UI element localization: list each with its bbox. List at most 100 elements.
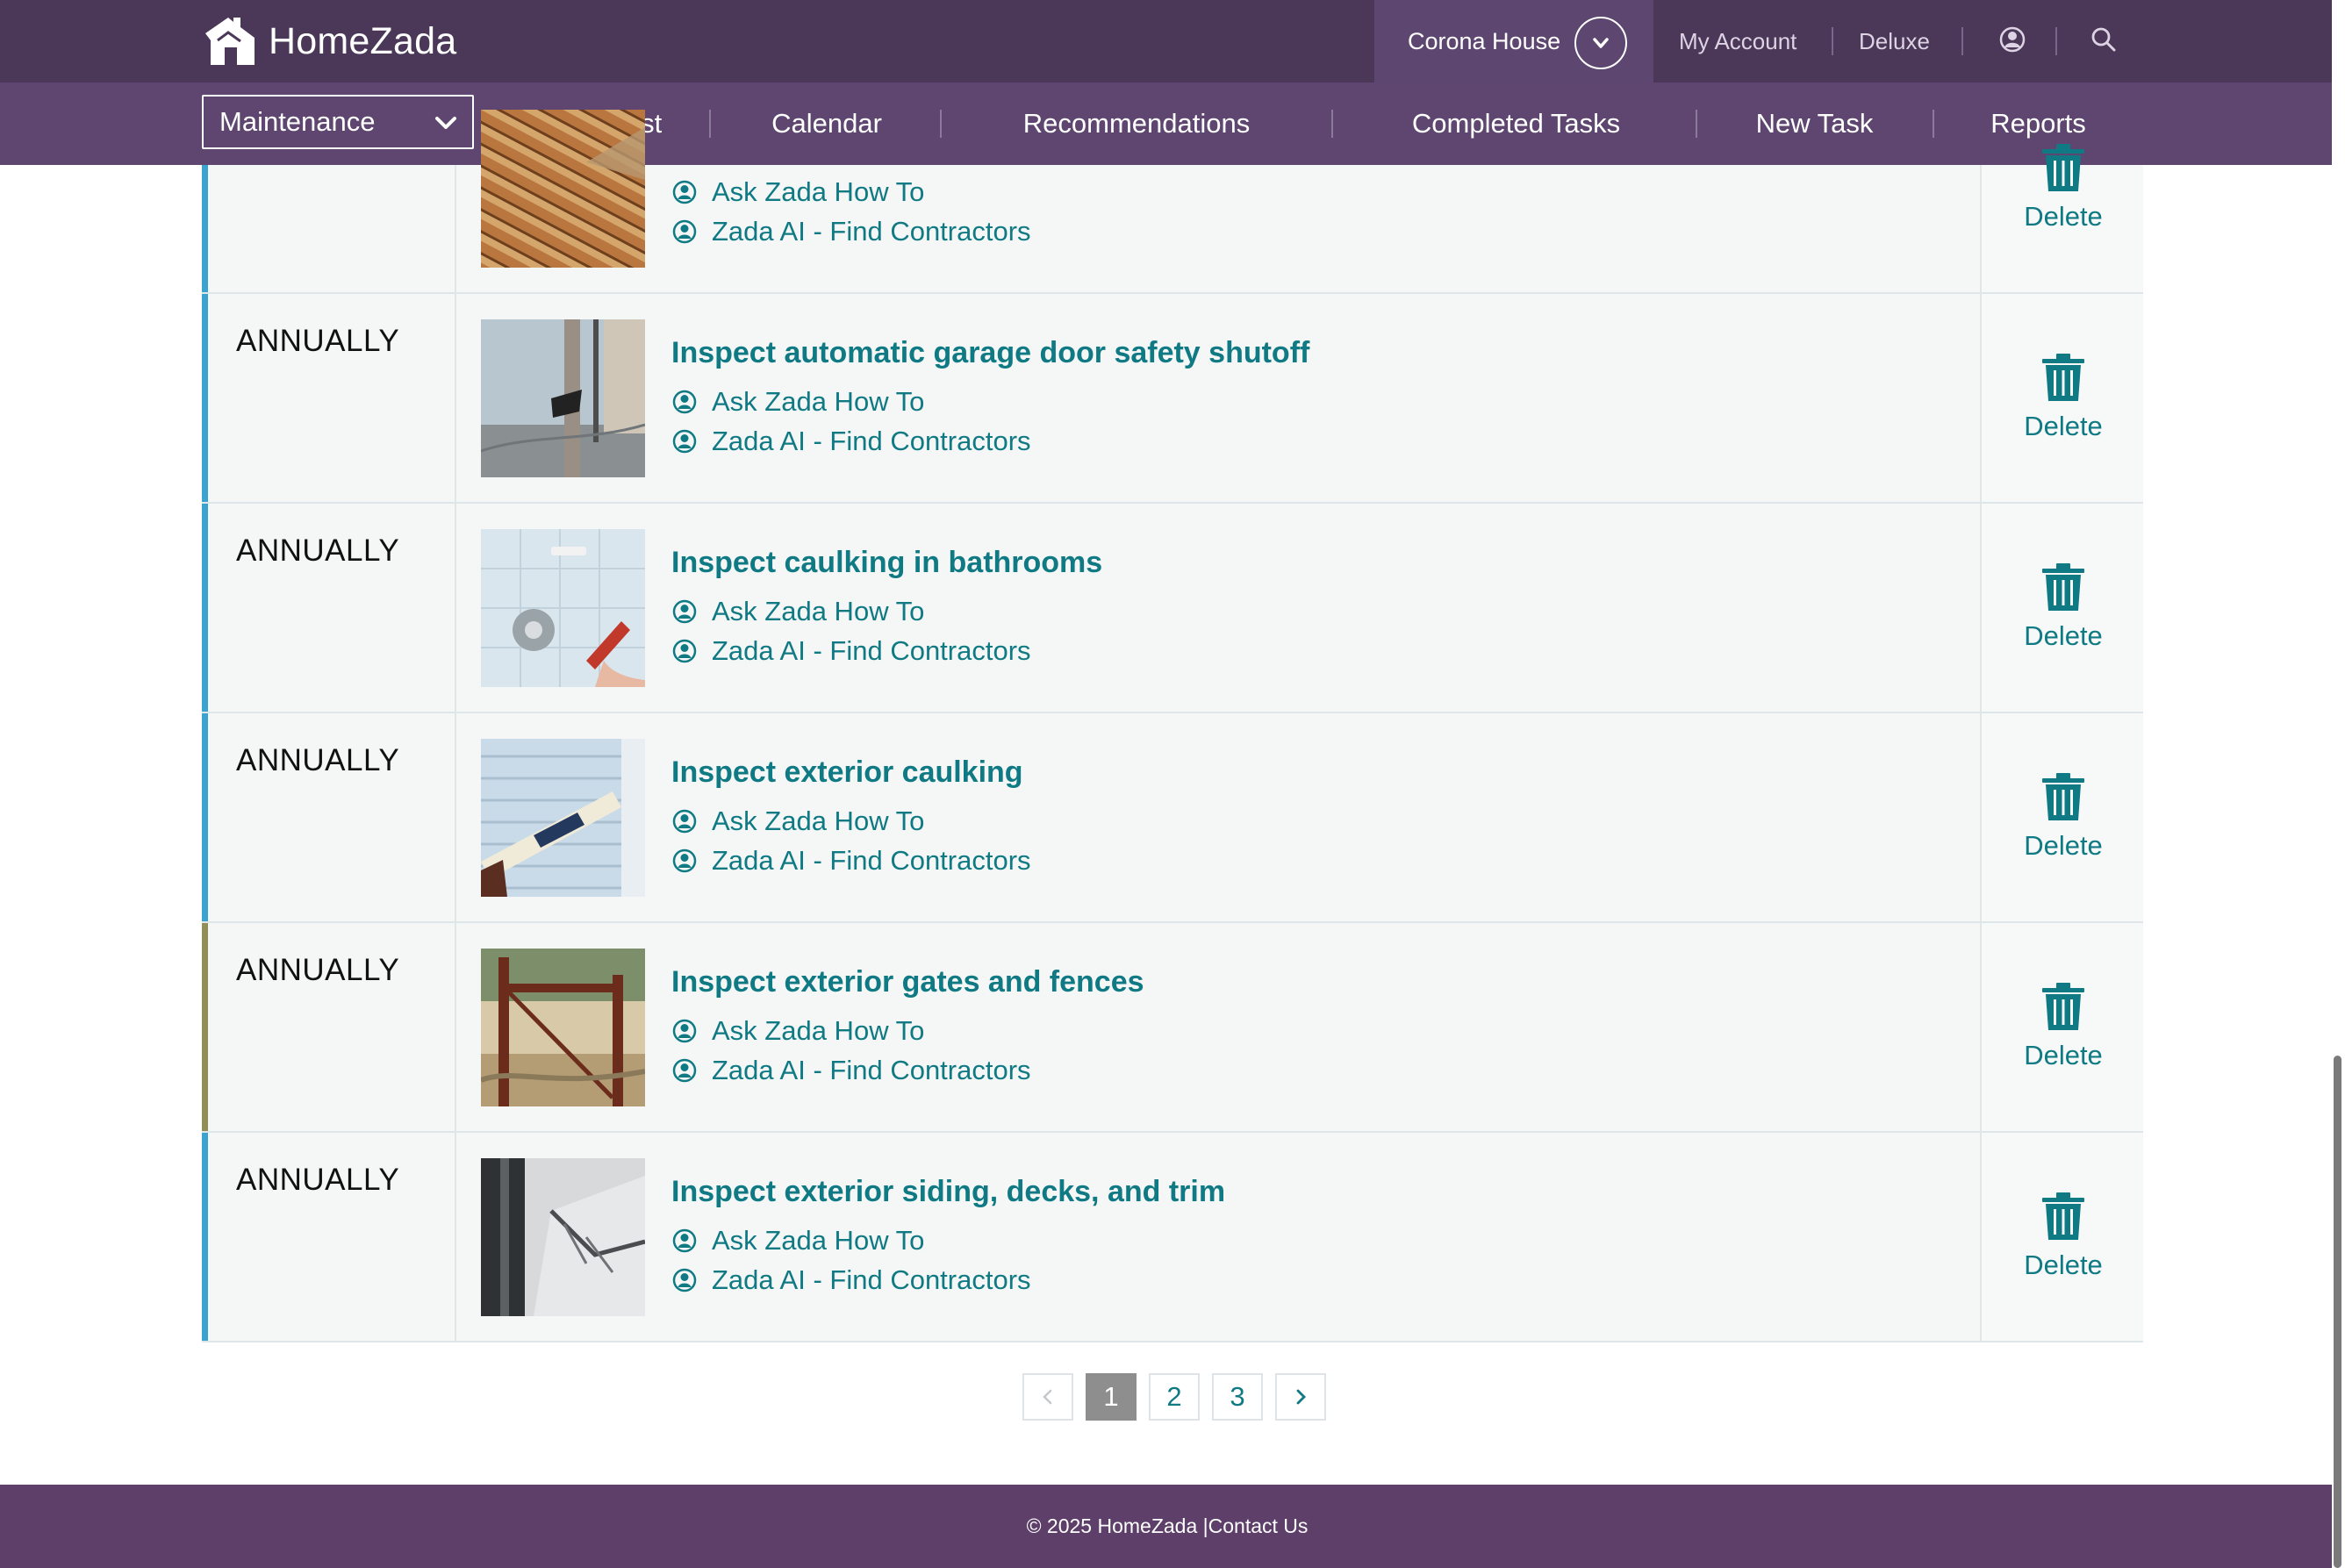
house-name: Corona House	[1408, 27, 1561, 54]
topnav-divider	[1961, 27, 1963, 55]
delete-button[interactable]: Delete	[1982, 201, 2145, 233]
task-thumbnail[interactable]	[481, 529, 645, 687]
plan-link[interactable]: Deluxe	[1859, 0, 1930, 82]
task-thumbnail[interactable]	[481, 739, 645, 897]
siding-trim-image	[481, 1158, 645, 1316]
user-circle-icon	[672, 809, 697, 834]
user-circle-icon	[672, 1268, 697, 1292]
row-accent	[202, 294, 208, 502]
task-title-link[interactable]: Inspect exterior caulking	[671, 755, 1023, 790]
nav-calendar[interactable]: Calendar	[753, 82, 900, 165]
trash-icon[interactable]	[2040, 352, 2086, 403]
ask-zada-how-to-link[interactable]: Ask Zada How To	[671, 596, 924, 627]
chevron-down-icon	[1593, 38, 1609, 48]
page-button-1[interactable]: 1	[1086, 1373, 1137, 1421]
user-icon[interactable]	[1997, 25, 2027, 54]
link-label: Ask Zada How To	[712, 386, 925, 417]
link-label: Ask Zada How To	[712, 176, 925, 207]
delete-cell[interactable]: Delete	[1980, 294, 2143, 502]
next-page-button[interactable]	[1275, 1373, 1326, 1421]
delete-button[interactable]: Delete	[1982, 1040, 2145, 1071]
user-circle-icon	[672, 429, 697, 454]
my-account-link[interactable]: My Account	[1679, 0, 1796, 82]
nav-divider	[709, 110, 711, 138]
user-circle-icon	[672, 1058, 697, 1083]
link-label: Zada AI - Find Contractors	[712, 426, 1031, 456]
trash-icon[interactable]	[2040, 981, 2086, 1032]
house-toggle-button[interactable]	[1574, 17, 1627, 69]
task-thumbnail[interactable]	[481, 1158, 645, 1316]
ask-zada-how-to-link[interactable]: Ask Zada How To	[671, 805, 924, 837]
module-select-value: Maintenance	[219, 106, 376, 137]
chevron-right-icon	[1296, 1389, 1306, 1405]
user-circle-icon	[672, 639, 697, 663]
module-select[interactable]: Maintenance	[202, 95, 474, 149]
gate-fence-image	[481, 949, 645, 1106]
task-title-link[interactable]: Inspect exterior gates and fences	[671, 965, 1144, 999]
ask-zada-how-to-link[interactable]: Ask Zada How To	[671, 1015, 924, 1047]
task-thumbnail[interactable]	[481, 949, 645, 1106]
page-button-2[interactable]: 2	[1149, 1373, 1200, 1421]
frequency-cell: ANNUALLY	[208, 504, 456, 712]
delete-button[interactable]: Delete	[1982, 620, 2145, 652]
ask-zada-how-to-link[interactable]: Ask Zada How To	[671, 176, 924, 208]
trash-icon[interactable]	[2040, 142, 2086, 193]
task-title-link[interactable]: Inspect exterior siding, decks, and trim	[671, 1175, 1225, 1209]
delete-cell[interactable]: Delete	[1980, 923, 2143, 1131]
delete-button[interactable]: Delete	[1982, 1249, 2145, 1281]
delete-button[interactable]: Delete	[1982, 830, 2145, 862]
nav-divider	[1933, 110, 1934, 138]
task-row: ANNUALLY Inspect caulking in bathrooms A…	[202, 504, 2143, 713]
delete-cell[interactable]: Delete	[1980, 504, 2143, 712]
row-accent	[202, 1133, 208, 1341]
task-thumbnail[interactable]	[481, 110, 645, 268]
delete-button[interactable]: Delete	[1982, 411, 2145, 442]
task-title-link[interactable]: Inspect automatic garage door safety shu…	[671, 336, 1309, 370]
ask-zada-how-to-link[interactable]: Ask Zada How To	[671, 1225, 924, 1257]
scrollbar-thumb[interactable]	[2334, 1056, 2341, 1568]
link-label: Ask Zada How To	[712, 596, 925, 626]
nav-new-task[interactable]: New Task	[1738, 82, 1891, 165]
user-circle-icon	[672, 180, 697, 204]
house-selector[interactable]: Corona House	[1374, 0, 1653, 82]
task-list: Ask Zada How To Zada AI - Find Contracto…	[202, 110, 2145, 1342]
task-frequency: ANNUALLY	[236, 324, 400, 358]
pagination: 1 2 3	[1022, 1373, 1338, 1422]
task-thumbnail[interactable]	[481, 319, 645, 477]
brand-logo[interactable]: HomeZada	[202, 14, 456, 68]
link-label: Ask Zada How To	[712, 1015, 925, 1046]
find-contractors-link[interactable]: Zada AI - Find Contractors	[671, 1055, 1031, 1086]
trash-icon[interactable]	[2040, 771, 2086, 822]
nav-recommendations[interactable]: Recommendations	[1000, 82, 1273, 165]
prev-page-button[interactable]	[1022, 1373, 1073, 1421]
page-button-3[interactable]: 3	[1212, 1373, 1263, 1421]
user-circle-icon	[672, 390, 697, 414]
find-contractors-link[interactable]: Zada AI - Find Contractors	[671, 845, 1031, 877]
link-label: Ask Zada How To	[712, 805, 925, 836]
contact-us-link[interactable]: Contact Us	[1208, 1514, 1309, 1538]
find-contractors-link[interactable]: Zada AI - Find Contractors	[671, 635, 1031, 667]
chevron-down-icon	[435, 117, 456, 129]
wood-boards-image	[481, 110, 645, 268]
task-title-link[interactable]: Inspect caulking in bathrooms	[671, 546, 1102, 580]
find-contractors-link[interactable]: Zada AI - Find Contractors	[671, 1264, 1031, 1296]
delete-cell[interactable]: Delete	[1980, 713, 2143, 921]
nav-divider	[1331, 110, 1333, 138]
link-label: Zada AI - Find Contractors	[712, 845, 1031, 876]
module-nav: Maintenance Task List Calendar Recommend…	[0, 82, 2345, 165]
frequency-cell: ANNUALLY	[208, 713, 456, 921]
search-icon[interactable]	[2089, 25, 2119, 54]
delete-cell[interactable]: Delete	[1980, 144, 2145, 292]
ask-zada-how-to-link[interactable]: Ask Zada How To	[671, 386, 924, 418]
nav-divider	[1696, 110, 1697, 138]
trash-icon[interactable]	[2040, 562, 2086, 612]
topnav-divider	[1832, 27, 1833, 55]
nav-completed-tasks[interactable]: Completed Tasks	[1395, 82, 1637, 165]
find-contractors-link[interactable]: Zada AI - Find Contractors	[671, 426, 1031, 457]
row-accent	[202, 504, 208, 712]
bathroom-caulking-image	[481, 529, 645, 687]
find-contractors-link[interactable]: Zada AI - Find Contractors	[671, 216, 1031, 247]
delete-cell[interactable]: Delete	[1980, 1133, 2143, 1341]
trash-icon[interactable]	[2040, 1191, 2086, 1242]
task-row: ANNUALLY Inspect exterior siding, decks,…	[202, 1133, 2143, 1342]
